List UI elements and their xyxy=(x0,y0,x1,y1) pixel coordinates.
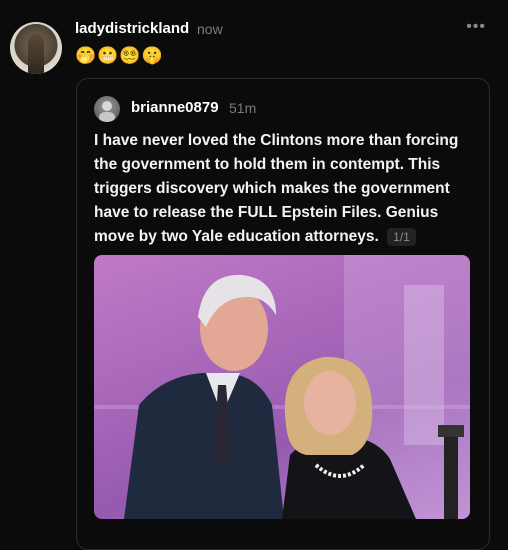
quoted-post-text: I have never loved the Clintons more tha… xyxy=(94,129,479,249)
author-username[interactable]: ladydistrickland xyxy=(75,20,189,37)
quoted-author-username[interactable]: brianne0879 xyxy=(131,99,219,116)
quoted-post-card[interactable]: brianne0879 51m I have never loved the C… xyxy=(76,78,490,550)
photo-illustration xyxy=(94,255,470,519)
post-timestamp: now xyxy=(197,21,223,37)
more-horizontal-icon[interactable]: ••• xyxy=(466,18,486,36)
quoted-author-avatar[interactable] xyxy=(94,96,120,122)
quoted-post-photo[interactable] xyxy=(94,255,470,519)
post: ladydistrickland now ••• 🤭😬😵‍💫🤫 brianne0… xyxy=(0,0,508,550)
media-counter: 1/1 xyxy=(387,228,416,246)
author-avatar[interactable] xyxy=(10,22,62,74)
avatar-figure xyxy=(28,34,44,74)
quoted-post-timestamp: 51m xyxy=(229,100,257,116)
post-emoji-text: 🤭😬😵‍💫🤫 xyxy=(75,46,164,65)
